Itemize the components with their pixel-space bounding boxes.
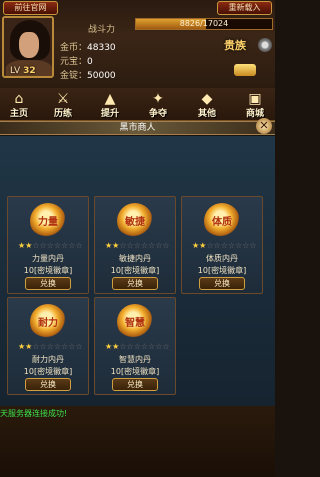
item-card-wisdom: 智慧 ★★☆☆☆☆☆☆☆ 智慧内丹 10[密境徽章] 兑换 [94, 297, 176, 395]
exchange-button[interactable]: 兑换 [112, 378, 158, 391]
item-card-strength: 力量 ★★☆☆☆☆☆☆☆ 力量内丹 10[密境徽章] 兑换 [7, 196, 89, 294]
shop-icon: ▣ [248, 91, 262, 107]
item-card-constitution: 体质 ★★☆☆☆☆☆☆☆ 体质内丹 10[密境徽章] 兑换 [181, 196, 263, 294]
exp-bar: 8826/17024 [135, 18, 273, 30]
item-name: 耐力内丹 [32, 355, 64, 364]
nav-item-home[interactable]: ⌂ 主页 [2, 88, 36, 122]
home-icon: ⌂ [14, 91, 24, 107]
nav-item-training[interactable]: ⚔ 历练 [46, 88, 80, 122]
item-name: 力量内丹 [32, 254, 64, 263]
gold-ingot-stat: 金锭：50000 [60, 71, 116, 81]
item-card-endurance: 耐力 ★★☆☆☆☆☆☆☆ 耐力内丹 10[密境徽章] 兑换 [7, 297, 89, 395]
level-value: 32 [23, 66, 36, 76]
exchange-button[interactable]: 兑换 [112, 277, 158, 290]
vip-label[interactable]: 贵族 [224, 37, 246, 53]
server-status-message: 天服务器连接成功! [0, 409, 68, 418]
item-cost: 10[密境徽章] [197, 266, 247, 275]
item-cost: 10[密境徽章] [23, 266, 73, 275]
star-rating: ★★☆☆☆☆☆☆☆ [192, 241, 257, 250]
yuanbao-stat: 元宝：0 [60, 57, 93, 67]
exp-text: 8826/17024 [179, 19, 229, 28]
main-nav: ⌂ 主页 ⚔ 历练 ▲ 提升 ✦ 争夺 ◆ 其他 ▣ 商城 [0, 88, 275, 122]
battle-icon: ✦ [152, 91, 164, 107]
item-cost: 10[密境徽章] [23, 367, 73, 376]
gold-ingot-icon [234, 64, 256, 76]
item-name: 体质内丹 [206, 254, 238, 263]
star-rating: ★★☆☆☆☆☆☆☆ [105, 241, 170, 250]
training-icon: ⚔ [56, 91, 70, 107]
nav-item-battle[interactable]: ✦ 争夺 [141, 88, 175, 122]
player-level: LV 32 [10, 66, 36, 76]
other-icon: ◆ [201, 91, 213, 107]
official-site-button[interactable]: 前往官网 [3, 1, 58, 15]
star-rating: ★★☆☆☆☆☆☆☆ [105, 342, 170, 351]
upgrade-icon: ▲ [104, 91, 116, 107]
star-rating: ★★☆☆☆☆☆☆☆ [18, 241, 83, 250]
item-name: 智慧内丹 [119, 355, 151, 364]
exchange-button[interactable]: 兑换 [25, 378, 71, 391]
gear-icon[interactable] [258, 38, 272, 52]
item-name: 敏捷内丹 [119, 254, 151, 263]
close-icon[interactable]: ✕ [256, 118, 272, 134]
nav-item-shop[interactable]: ▣ 商城 [238, 88, 272, 122]
power-label: 战斗力 [88, 25, 116, 35]
gold-coin-stat: 金币：48330 [60, 43, 116, 53]
star-rating: ★★☆☆☆☆☆☆☆ [18, 342, 83, 351]
nav-item-upgrade[interactable]: ▲ 提升 [93, 88, 127, 122]
reload-button[interactable]: 重新载入 [217, 1, 272, 15]
player-header: 前往官网 重新载入 LV 32 战斗力 8826/17024 金币：48330 … [0, 0, 275, 90]
item-cost: 10[密境徽章] [110, 367, 160, 376]
nav-item-other[interactable]: ◆ 其他 [190, 88, 224, 122]
item-card-agility: 敏捷 ★★☆☆☆☆☆☆☆ 敏捷内丹 10[密境徽章] 兑换 [94, 196, 176, 294]
exchange-button[interactable]: 兑换 [25, 277, 71, 290]
item-cost: 10[密境徽章] [110, 266, 160, 275]
page-title: 黑市商人 [0, 121, 275, 135]
exchange-button[interactable]: 兑换 [199, 277, 245, 290]
